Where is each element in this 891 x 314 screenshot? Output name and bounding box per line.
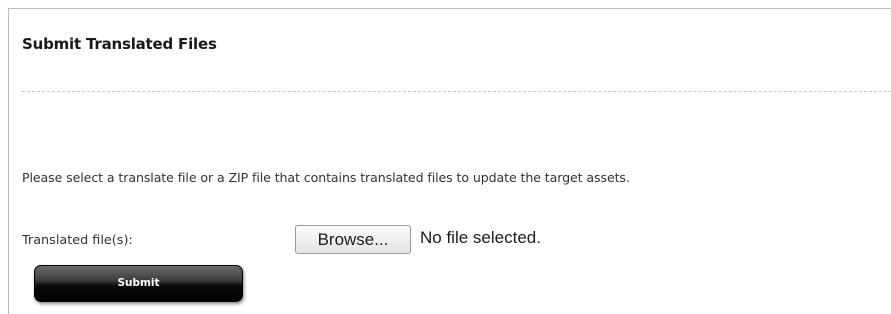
panel-title: Submit Translated Files (22, 35, 217, 53)
translated-files-label: Translated file(s): (22, 233, 133, 248)
dashed-divider (22, 91, 891, 92)
submit-button[interactable]: Submit (34, 265, 243, 302)
file-status-text: No file selected. (420, 228, 541, 247)
instructions-text: Please select a translate file or a ZIP … (22, 170, 630, 185)
submit-translated-files-panel: Submit Translated Files Please select a … (8, 8, 891, 314)
browse-button[interactable]: Browse... (295, 225, 411, 254)
